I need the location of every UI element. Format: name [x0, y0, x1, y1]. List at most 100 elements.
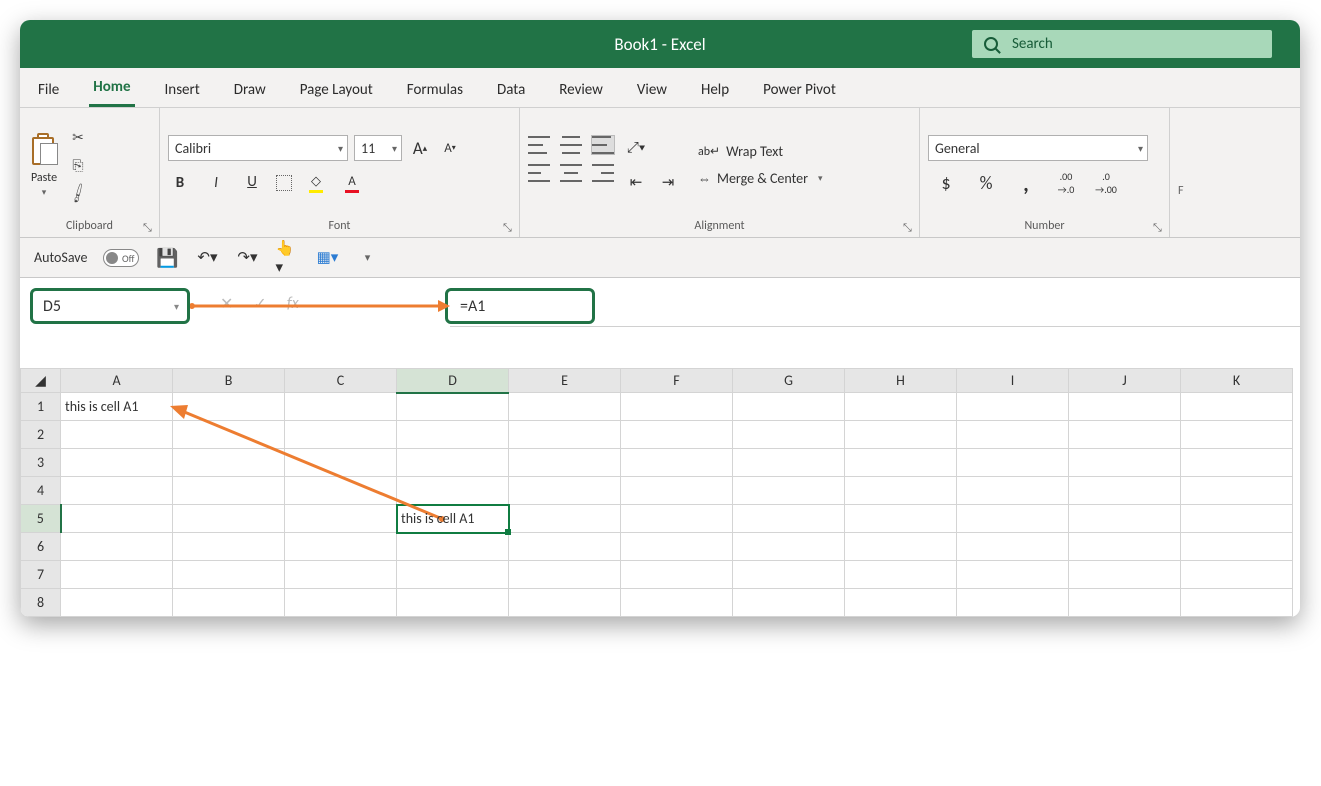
- formula-input[interactable]: =A1: [445, 288, 595, 324]
- cell-B1[interactable]: [173, 393, 285, 421]
- undo-icon[interactable]: ↶▾: [195, 246, 219, 270]
- col-header-H[interactable]: H: [845, 369, 957, 393]
- comma-style-icon[interactable]: ,: [1014, 171, 1038, 195]
- excel-window: Book1 - Excel Search File Home Insert Dr…: [20, 20, 1300, 617]
- cell-D5[interactable]: this is cell A1: [397, 505, 509, 533]
- tab-file[interactable]: File: [34, 73, 63, 107]
- tab-view[interactable]: View: [633, 73, 671, 107]
- underline-button[interactable]: U: [240, 171, 264, 195]
- col-header-B[interactable]: B: [173, 369, 285, 393]
- tab-home[interactable]: Home: [89, 70, 134, 107]
- row-header-5[interactable]: 5: [21, 505, 61, 533]
- autosave-toggle[interactable]: Off: [103, 249, 139, 267]
- currency-icon[interactable]: $: [934, 171, 958, 195]
- formula-bar: D5 ✕ ✓ fx =A1: [20, 278, 1300, 368]
- paste-button[interactable]: Paste ▾: [28, 133, 60, 198]
- window-title: Book1 - Excel: [614, 34, 705, 55]
- clipboard-launcher-icon[interactable]: ⤡: [143, 221, 155, 233]
- align-right-icon[interactable]: [592, 164, 614, 182]
- quick-access-toolbar: AutoSave Off 💾 ↶▾ ↷▾ 👆▾ ▦▾ ▾: [20, 238, 1300, 278]
- tab-draw[interactable]: Draw: [230, 73, 270, 107]
- group-clipboard: Paste ▾ ✂ ⎘ 🖌 Clipboard ⤡: [20, 108, 160, 237]
- row-header-8[interactable]: 8: [21, 589, 61, 617]
- cell-A1[interactable]: this is cell A1: [61, 393, 173, 421]
- col-header-F[interactable]: F: [621, 369, 733, 393]
- ribbon-tabs: File Home Insert Draw Page Layout Formul…: [20, 68, 1300, 108]
- font-name-combo[interactable]: Calibri: [168, 135, 348, 161]
- tab-page-layout[interactable]: Page Layout: [296, 73, 377, 107]
- align-middle-icon[interactable]: [560, 136, 582, 154]
- row-header-7[interactable]: 7: [21, 561, 61, 589]
- tab-insert[interactable]: Insert: [161, 73, 204, 107]
- enter-formula-icon[interactable]: ✓: [253, 294, 266, 314]
- font-launcher-icon[interactable]: ⤡: [503, 221, 515, 233]
- tab-review[interactable]: Review: [555, 73, 607, 107]
- orientation-icon[interactable]: ⤢▾: [624, 136, 648, 160]
- tab-help[interactable]: Help: [697, 73, 733, 107]
- autosave-label: AutoSave: [34, 249, 87, 266]
- borders-icon[interactable]: [276, 175, 292, 191]
- search-box[interactable]: Search: [972, 30, 1272, 58]
- row-header-3[interactable]: 3: [21, 449, 61, 477]
- quickparts-icon[interactable]: ▦▾: [315, 246, 339, 270]
- col-header-C[interactable]: C: [285, 369, 397, 393]
- col-header-E[interactable]: E: [509, 369, 621, 393]
- group-label-clipboard: Clipboard: [28, 216, 151, 235]
- decrease-indent-icon[interactable]: ⇤: [624, 170, 648, 194]
- grow-font-icon[interactable]: A▴: [408, 136, 432, 160]
- align-top-icon[interactable]: [528, 136, 550, 154]
- spreadsheet-grid[interactable]: ◢ A B C D E F G H I J K 1 this is cell A…: [20, 368, 1300, 617]
- tab-power-pivot[interactable]: Power Pivot: [759, 73, 840, 107]
- font-size-combo[interactable]: 11: [354, 135, 402, 161]
- percent-icon[interactable]: %: [974, 171, 998, 195]
- font-color-icon[interactable]: A: [340, 171, 364, 195]
- fx-icon[interactable]: fx: [287, 294, 299, 314]
- group-label-font: Font: [168, 216, 511, 235]
- search-icon: [984, 37, 998, 51]
- copy-icon[interactable]: ⎘: [66, 154, 90, 176]
- fill-color-icon[interactable]: ◇: [304, 171, 328, 195]
- row-header-4[interactable]: 4: [21, 477, 61, 505]
- name-box[interactable]: D5: [30, 288, 190, 324]
- alignment-launcher-icon[interactable]: ⤡: [903, 221, 915, 233]
- group-alignment: ⤢▾ ⇤ ⇥ ab↵ Wrap Text ⇔ Merge & Cente: [520, 108, 920, 237]
- wrap-text-button[interactable]: ab↵ Wrap Text: [698, 143, 823, 160]
- col-header-A[interactable]: A: [61, 369, 173, 393]
- group-number: General $ % , .00→.0 .0→.00 Number ⤡: [920, 108, 1170, 237]
- decrease-decimal-icon[interactable]: .0→.00: [1094, 171, 1118, 195]
- italic-button[interactable]: I: [204, 171, 228, 195]
- number-launcher-icon[interactable]: ⤡: [1153, 221, 1165, 233]
- customize-qat-icon[interactable]: ▾: [355, 246, 379, 270]
- row-header-1[interactable]: 1: [21, 393, 61, 421]
- save-icon[interactable]: 💾: [155, 246, 179, 270]
- touch-mode-icon[interactable]: 👆▾: [275, 246, 299, 270]
- format-painter-icon[interactable]: 🖌: [62, 177, 94, 208]
- col-header-J[interactable]: J: [1069, 369, 1181, 393]
- merge-icon: ⇔: [698, 171, 711, 187]
- align-left-icon[interactable]: [528, 164, 550, 182]
- redo-icon[interactable]: ↷▾: [235, 246, 259, 270]
- merge-center-button[interactable]: ⇔ Merge & Center ▾: [698, 170, 823, 187]
- bold-button[interactable]: B: [168, 171, 192, 195]
- col-header-K[interactable]: K: [1181, 369, 1293, 393]
- col-header-G[interactable]: G: [733, 369, 845, 393]
- align-center-icon[interactable]: [560, 164, 582, 182]
- row-header-2[interactable]: 2: [21, 421, 61, 449]
- select-all-corner[interactable]: ◢: [21, 369, 61, 393]
- paste-icon: [28, 133, 60, 169]
- shrink-font-icon[interactable]: A▾: [438, 136, 462, 160]
- tab-data[interactable]: Data: [493, 73, 529, 107]
- tab-formulas[interactable]: Formulas: [403, 73, 467, 107]
- cut-icon[interactable]: ✂: [66, 126, 90, 148]
- col-header-D[interactable]: D: [397, 369, 509, 393]
- group-label-number: Number: [928, 216, 1161, 235]
- row-header-6[interactable]: 6: [21, 533, 61, 561]
- increase-indent-icon[interactable]: ⇥: [656, 170, 680, 194]
- number-format-combo[interactable]: General: [928, 135, 1148, 161]
- align-bottom-icon[interactable]: [592, 136, 614, 154]
- increase-decimal-icon[interactable]: .00→.0: [1054, 171, 1078, 195]
- search-placeholder: Search: [1012, 35, 1053, 53]
- group-overflow: F: [1170, 108, 1300, 237]
- col-header-I[interactable]: I: [957, 369, 1069, 393]
- cancel-formula-icon[interactable]: ✕: [220, 294, 233, 314]
